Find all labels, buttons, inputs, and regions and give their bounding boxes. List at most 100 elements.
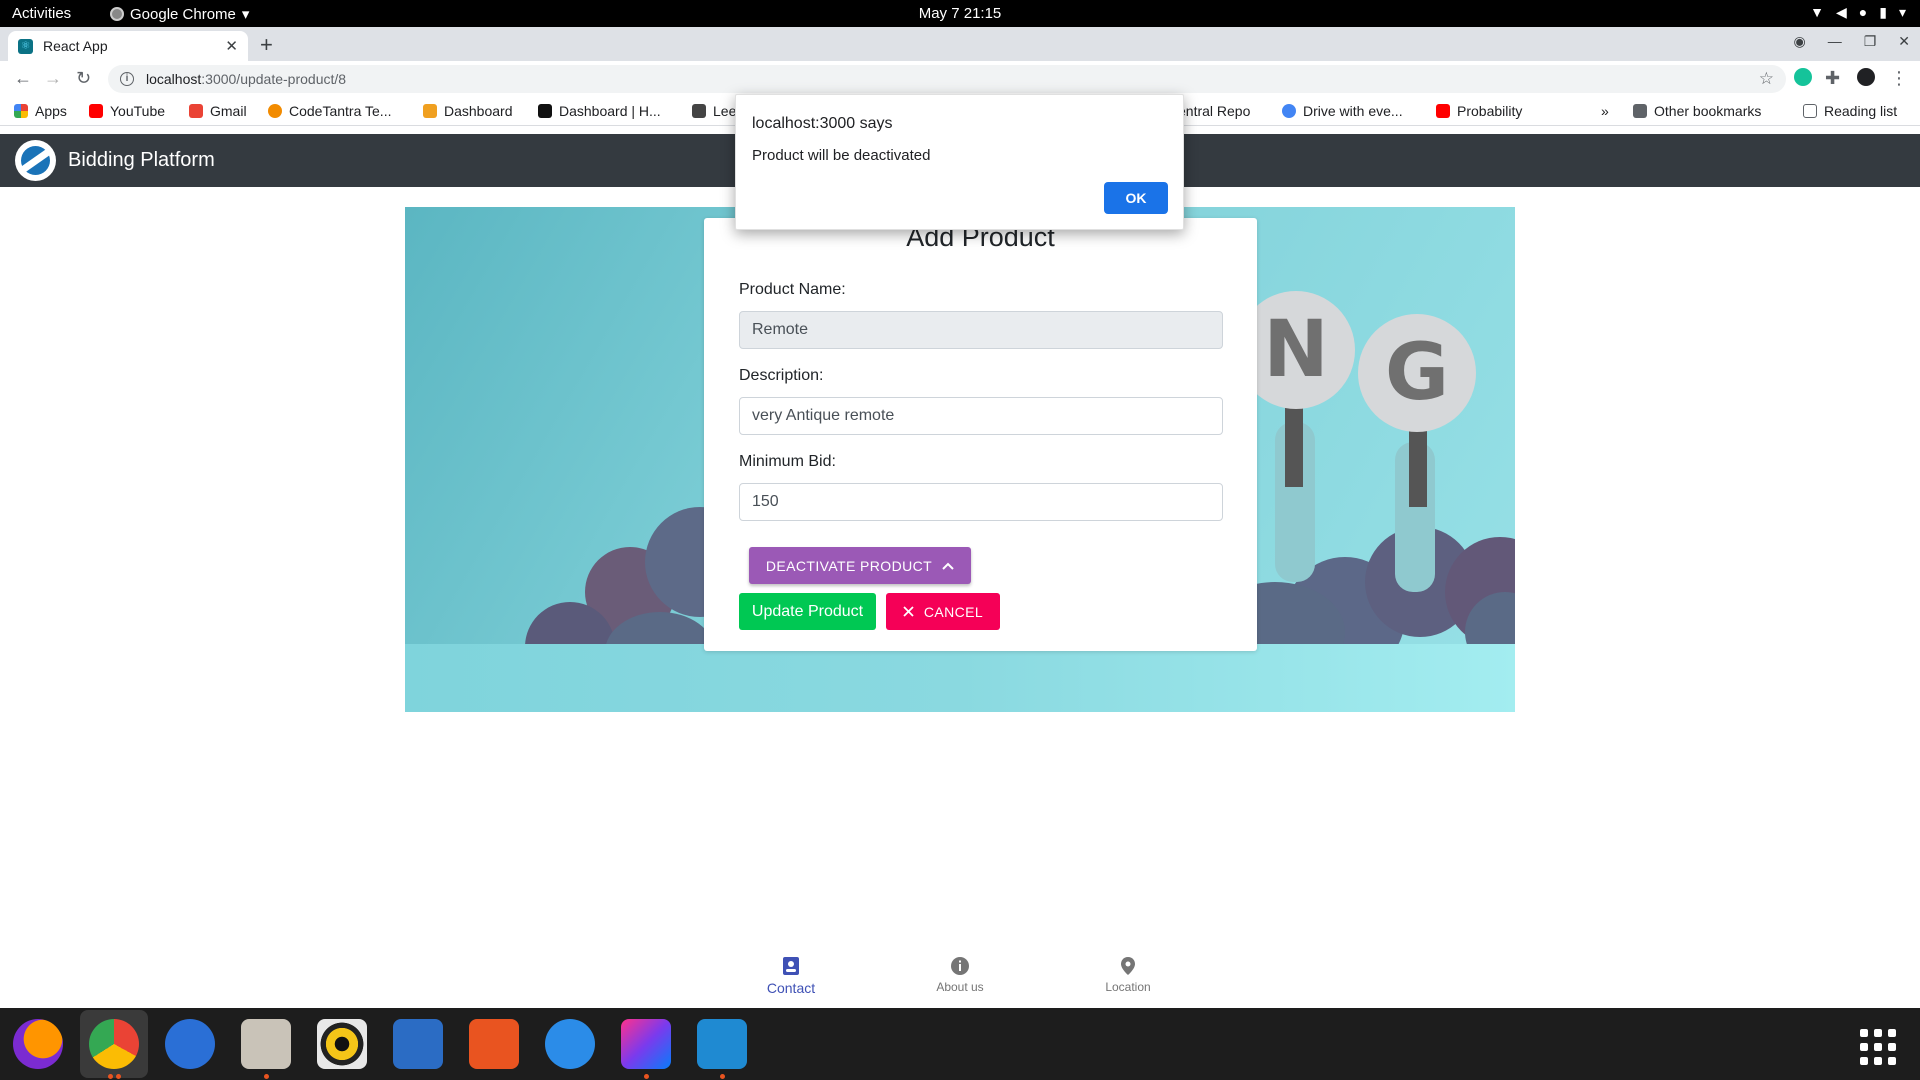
minimum-bid-label: Minimum Bid: <box>739 453 836 470</box>
wifi-icon: ▼ <box>1810 4 1824 20</box>
bookmark-label: Other bookmarks <box>1654 103 1762 119</box>
dock-taskbar <box>0 1008 1920 1080</box>
software-center-icon[interactable] <box>469 1019 519 1069</box>
window-close-icon[interactable]: ✕ <box>1898 33 1910 50</box>
deactivate-label: DEACTIVATE PRODUCT <box>765 557 933 574</box>
caret-down-icon: ▾ <box>1898 4 1906 20</box>
nav-location[interactable]: Location <box>1068 956 1188 994</box>
bookmark-label: Gmail <box>210 103 247 119</box>
bookmark-probability[interactable]: Probability <box>1436 103 1522 119</box>
nav-contact[interactable]: Contact <box>731 956 851 996</box>
minimize-icon[interactable]: — <box>1828 33 1842 50</box>
extensions-puzzle-icon[interactable]: ✚ <box>1825 68 1840 89</box>
back-arrow-icon[interactable]: ← <box>14 68 32 89</box>
bookmark-drive[interactable]: Drive with eve... <box>1282 103 1403 119</box>
forward-arrow-icon[interactable]: → <box>44 68 62 89</box>
thunderbird-icon[interactable] <box>165 1019 215 1069</box>
firefox-icon[interactable] <box>13 1019 63 1069</box>
brand-logo-icon[interactable] <box>15 140 56 181</box>
bookmarks-overflow-chevron[interactable]: » <box>1601 103 1609 119</box>
youtube-icon <box>89 104 103 118</box>
brand-title[interactable]: Bidding Platform <box>68 149 215 172</box>
rhythmbox-icon[interactable] <box>317 1019 367 1069</box>
react-favicon-icon: ⚛ <box>18 38 33 54</box>
bookmark-dashboard[interactable]: Dashboard <box>423 103 513 119</box>
nav-label: Location <box>1105 980 1151 994</box>
clock[interactable]: May 7 21:15 <box>0 5 1920 22</box>
sign-g: G <box>1358 314 1476 432</box>
product-form-card: Add Product Product Name: Description: M… <box>704 218 1257 651</box>
running-indicator <box>108 1074 113 1079</box>
url-host: localhost <box>146 71 202 87</box>
bookmark-other[interactable]: Other bookmarks <box>1633 103 1761 119</box>
alert-title: localhost:3000 says <box>752 115 893 132</box>
bookmark-star-icon[interactable]: ☆ <box>1759 69 1774 89</box>
url-path: :3000/update-product/8 <box>201 71 347 87</box>
bookmark-label: CodeTantra Te... <box>289 103 392 119</box>
reload-icon[interactable]: ↻ <box>76 68 91 89</box>
product-name-input[interactable] <box>739 311 1223 349</box>
nav-about-us[interactable]: About us <box>900 956 1020 994</box>
minimum-bid-input[interactable] <box>739 483 1223 521</box>
bookmark-central-repo[interactable]: entral Repo <box>1178 103 1250 119</box>
new-tab-button[interactable]: + <box>260 32 273 58</box>
nav-label: About us <box>936 980 984 994</box>
restore-icon[interactable]: ❐ <box>1864 33 1877 50</box>
running-indicator <box>116 1074 121 1079</box>
bookmark-apps[interactable]: Apps <box>14 103 67 119</box>
app-menu[interactable]: Google Chrome ▾ <box>110 5 249 23</box>
microphone-icon: ● <box>1858 4 1868 20</box>
battery-icon: ▮ <box>1879 4 1887 20</box>
activities-button[interactable]: Activities <box>12 5 71 22</box>
reading-list[interactable]: Reading list <box>1803 103 1897 119</box>
bookmark-codetantra[interactable]: CodeTantra Te... <box>268 103 391 119</box>
description-label: Description: <box>739 367 824 384</box>
alert-dialog: localhost:3000 says Product will be deac… <box>735 94 1184 230</box>
tab-title: React App <box>43 38 108 54</box>
bookmark-label: Drive with eve... <box>1303 103 1403 119</box>
address-bar[interactable]: i localhost:3000/update-product/8 ☆ <box>108 65 1786 93</box>
kebab-menu-icon[interactable]: ⋮ <box>1890 68 1908 89</box>
info-icon[interactable]: i <box>120 72 134 86</box>
tab-strip: ⚛ React App ✕ + ◉ — ❐ ✕ <box>0 27 1920 61</box>
grammarly-extension-icon[interactable] <box>1794 68 1812 86</box>
bookmark-label: Reading list <box>1824 103 1898 119</box>
window-controls: ◉ — ❐ ✕ <box>1793 33 1910 50</box>
bookmark-gmail[interactable]: Gmail <box>189 103 247 119</box>
volume-icon: ◀ <box>1836 4 1847 20</box>
codetantra-icon <box>268 104 282 118</box>
description-input[interactable] <box>739 397 1223 435</box>
profile-avatar[interactable] <box>1857 68 1875 86</box>
bookmark-label: Probability <box>1457 103 1523 119</box>
close-icon[interactable]: ✕ <box>225 37 238 55</box>
system-top-bar: Activities Google Chrome ▾ May 7 21:15 ▼… <box>0 0 1920 27</box>
info-circle-icon <box>951 957 969 975</box>
browser-toolbar: ← → ↻ i localhost:3000/update-product/8 … <box>0 61 1920 97</box>
folder-icon <box>1633 104 1647 118</box>
tab-react-app[interactable]: ⚛ React App ✕ <box>8 31 248 61</box>
sign-stick <box>1285 407 1303 487</box>
deactivate-product-button[interactable]: DEACTIVATE PRODUCT <box>749 547 971 584</box>
location-pin-icon <box>1121 957 1135 975</box>
alert-ok-button[interactable]: OK <box>1104 182 1168 214</box>
show-applications-icon[interactable] <box>1860 1029 1896 1065</box>
bookmark-dashboard-h[interactable]: Dashboard | H... <box>538 103 661 119</box>
intellij-icon[interactable] <box>621 1019 671 1069</box>
youtube-icon <box>1436 104 1450 118</box>
nav-label: Contact <box>766 980 816 996</box>
system-tray[interactable]: ▼ ◀ ● ▮ ▾ <box>1810 4 1906 21</box>
hackerrank-icon <box>538 104 552 118</box>
cancel-label: CANCEL <box>923 603 984 620</box>
bookmark-lee[interactable]: Lee <box>692 103 736 119</box>
sign-stick <box>1409 427 1427 507</box>
help-icon[interactable] <box>545 1019 595 1069</box>
chevron-right-icon: » <box>1601 103 1609 119</box>
tab-search-icon[interactable]: ◉ <box>1793 33 1805 50</box>
cancel-button[interactable]: CANCEL <box>886 593 1000 630</box>
update-product-button[interactable]: Update Product <box>739 593 876 630</box>
bookmark-youtube[interactable]: YouTube <box>89 103 165 119</box>
writer-icon[interactable] <box>393 1019 443 1069</box>
vscode-icon[interactable] <box>697 1019 747 1069</box>
chrome-icon[interactable] <box>89 1019 139 1069</box>
files-icon[interactable] <box>241 1019 291 1069</box>
